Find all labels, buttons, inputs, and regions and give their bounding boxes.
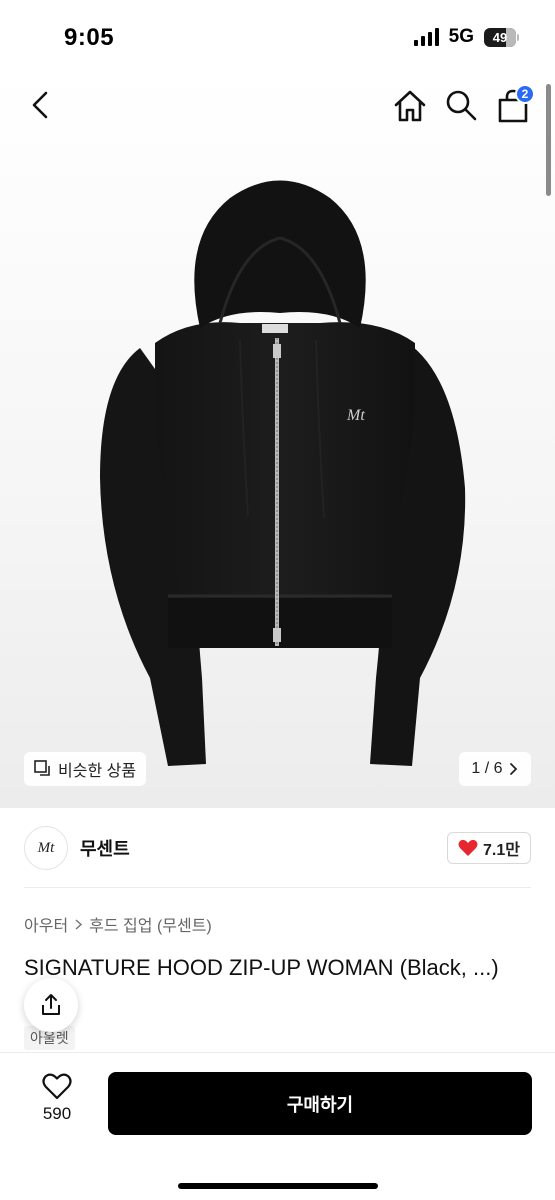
battery-level: 49 (492, 29, 508, 45)
wishlist-count: 590 (42, 1104, 72, 1123)
status-bar: 9:05 5G 49 (0, 0, 555, 70)
brand-name[interactable]: 무센트 (80, 835, 130, 861)
similar-products-button[interactable]: 비슷한 상품 (24, 752, 147, 786)
copy-icon (34, 760, 50, 776)
heart-outline-icon (42, 1073, 72, 1100)
wishlist-button[interactable]: 590 (22, 1073, 92, 1137)
breadcrumb-item-category[interactable]: 아우터 (24, 912, 68, 936)
signal-icon (413, 28, 439, 46)
scroll-indicator[interactable] (546, 84, 551, 196)
status-indicators: 5G 49 (413, 26, 519, 48)
product-title: SIGNATURE HOOD ZIP-UP WOMAN (Black, ...) (24, 955, 499, 980)
share-button[interactable] (24, 978, 78, 1032)
svg-text:Mt: Mt (346, 407, 365, 424)
breadcrumb: 아우터 후드 집업 (무센트) (24, 912, 212, 936)
search-icon[interactable] (444, 88, 478, 122)
brand-like-count: 7.1만 (483, 842, 520, 859)
home-icon[interactable] (392, 88, 428, 124)
breadcrumb-item-subcategory[interactable]: 후드 집업 (무센트) (89, 912, 212, 936)
chevron-right-icon (509, 763, 517, 775)
heart-filled-icon (458, 839, 478, 856)
page-indicator: 1 / 6 (471, 760, 503, 777)
brand-like-button[interactable]: 7.1만 (447, 832, 531, 864)
status-time: 9:05 (64, 24, 115, 51)
bottom-action-bar: 590 구매하기 (0, 1052, 555, 1200)
brand-logo[interactable]: Mt (24, 826, 68, 870)
home-indicator[interactable] (178, 1183, 378, 1189)
network-label: 5G (448, 26, 474, 47)
buy-button[interactable]: 구매하기 (108, 1072, 532, 1135)
share-icon (42, 994, 60, 1015)
top-nav: 2 (0, 70, 555, 140)
brand-row[interactable]: Mt 무센트 7.1만 (24, 826, 531, 870)
product-image[interactable]: Mt (80, 118, 480, 808)
similar-products-label: 비슷한 상품 (58, 763, 137, 780)
chevron-left-icon[interactable] (26, 90, 56, 120)
divider (24, 887, 531, 888)
cart-button[interactable]: 2 (495, 84, 535, 124)
battery-icon: 49 (484, 27, 519, 47)
chevron-right-icon (75, 918, 83, 930)
gallery-pager[interactable]: 1 / 6 (459, 752, 531, 786)
cart-count-badge: 2 (515, 84, 535, 104)
